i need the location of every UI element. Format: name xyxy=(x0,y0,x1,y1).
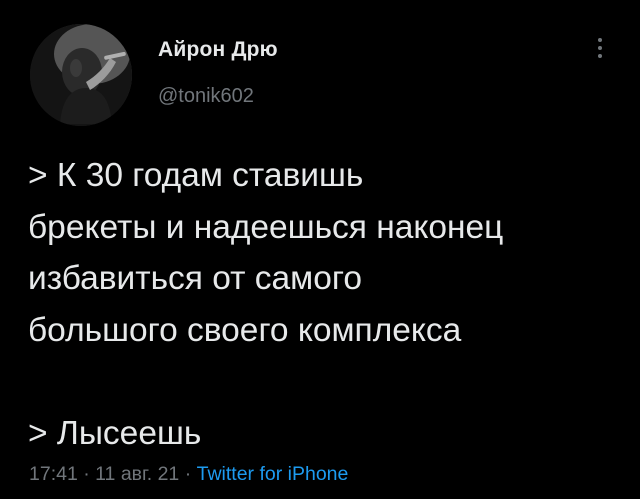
tweet-time[interactable]: 17:41 xyxy=(29,463,78,485)
author-display-name[interactable]: Айрон Дрю xyxy=(158,38,278,62)
tweet-text-line: > К 30 годам ставишь xyxy=(28,157,364,194)
meta-separator: · xyxy=(179,463,197,485)
tweet-text-line: избавиться от самого xyxy=(28,260,362,297)
tweet-text-line: брекеты и надеешься наконец xyxy=(28,208,504,246)
tweet-text-line: > Лысеешь xyxy=(28,415,202,452)
more-vertical-icon xyxy=(598,38,602,42)
avatar[interactable] xyxy=(30,24,132,126)
tweet-date[interactable]: 11 авг. 21 xyxy=(95,463,179,485)
meta-separator: · xyxy=(77,463,96,485)
tweet-meta: 17:41 · 11 авг. 21 · Twitter for iPhone xyxy=(29,463,348,486)
author-handle[interactable]: @tonik602 xyxy=(158,85,254,108)
tweet-card: Айрон Дрю @tonik602 > К 30 годам ставишь… xyxy=(0,0,640,499)
more-options-button[interactable] xyxy=(590,34,610,70)
tweet-text: > К 30 годам ставишь брекеты и надеешься… xyxy=(28,150,628,460)
paragraph-break xyxy=(28,356,628,408)
tweet-source-link[interactable]: Twitter for iPhone xyxy=(197,463,349,485)
avatar-photo-icon xyxy=(30,24,132,126)
more-vertical-icon-dot xyxy=(598,46,602,50)
more-vertical-icon-dot xyxy=(598,54,602,58)
tweet-text-line: большого своего комплекса xyxy=(28,311,462,349)
